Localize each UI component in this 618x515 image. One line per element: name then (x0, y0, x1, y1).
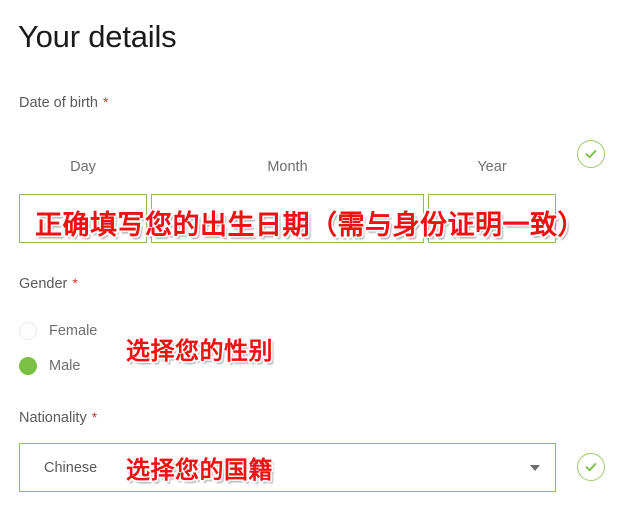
radio-selected-icon[interactable] (19, 357, 37, 375)
nationality-label-text: Nationality (19, 410, 87, 426)
your-details-form: Your details Date of birth * Day Month Ye… (0, 0, 618, 515)
required-asterisk: * (72, 275, 78, 291)
date-of-birth-valid-badge (577, 140, 605, 168)
chevron-down-icon[interactable] (530, 464, 540, 471)
month-column-header: Month (267, 159, 308, 175)
year-input[interactable] (428, 194, 556, 243)
gender-option-male-label: Male (49, 358, 81, 374)
day-column-header: Day (70, 159, 96, 175)
annotation-gender: 选择您的性别 (126, 337, 273, 365)
gender-option-male[interactable]: Male (19, 355, 80, 377)
nationality-select[interactable]: Chinese (19, 443, 556, 492)
date-of-birth-label-text: Date of birth (19, 95, 98, 111)
page-title: Your details (18, 19, 177, 54)
gender-option-female[interactable]: Female (19, 320, 97, 342)
gender-label: Gender * (19, 274, 78, 293)
required-asterisk: * (103, 94, 109, 110)
day-input[interactable] (19, 194, 147, 243)
month-input[interactable] (151, 194, 424, 243)
nationality-selected-value: Chinese (44, 459, 98, 476)
year-column-header: Year (477, 159, 507, 175)
gender-label-text: Gender (19, 276, 68, 292)
radio-unselected-icon[interactable] (19, 322, 37, 340)
nationality-label: Nationality * (19, 408, 97, 427)
required-asterisk: * (91, 409, 98, 425)
gender-option-female-label: Female (49, 323, 98, 339)
nationality-valid-badge (577, 453, 605, 481)
date-of-birth-label: Date of birth * (19, 93, 108, 112)
